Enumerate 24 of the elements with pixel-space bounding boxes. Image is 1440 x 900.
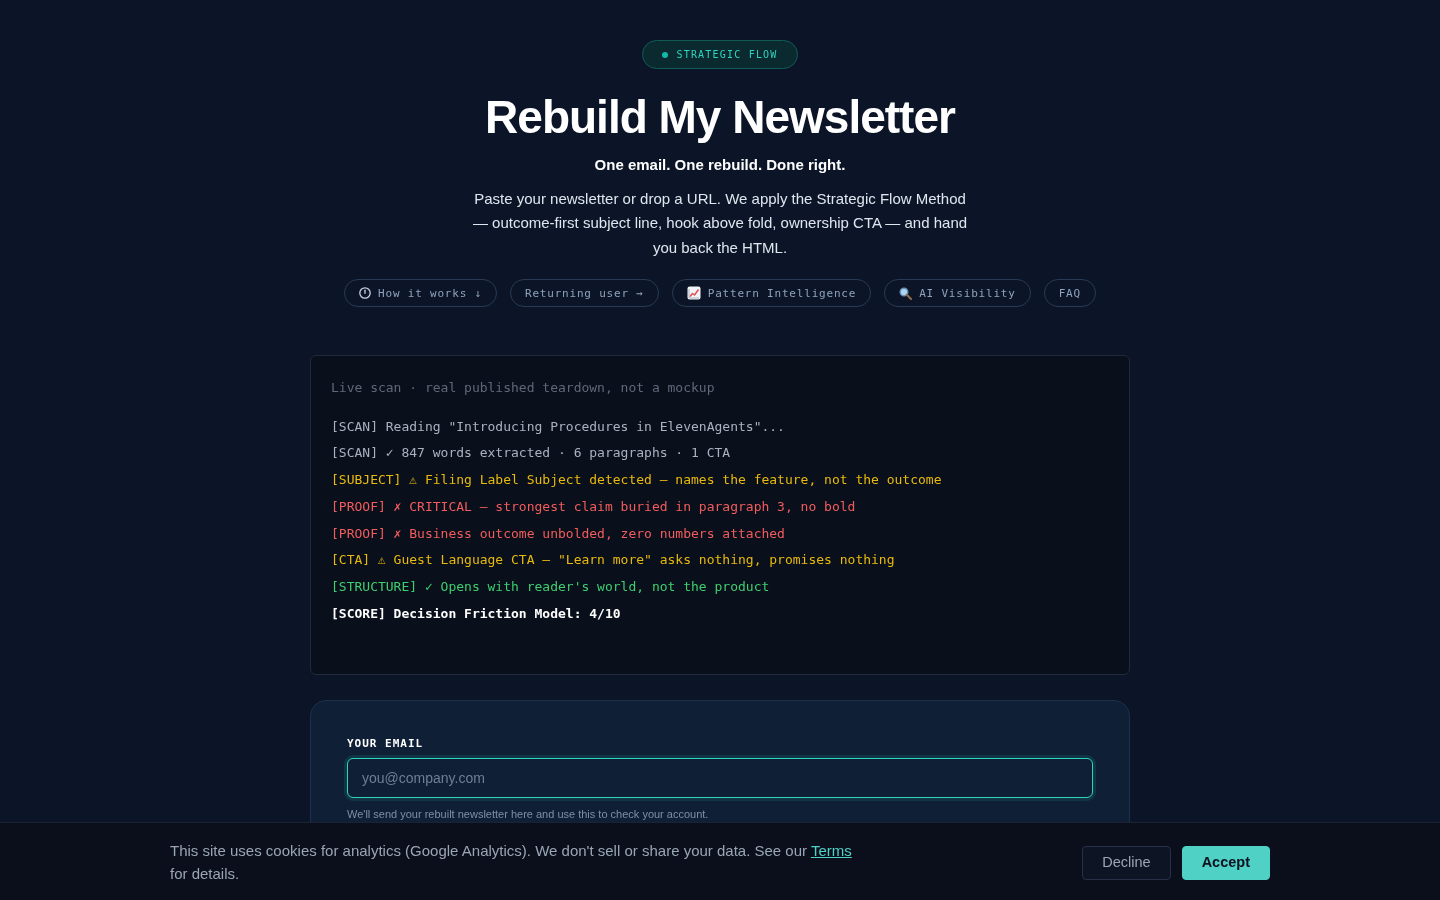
terms-link[interactable]: Terms xyxy=(810,842,852,859)
search-icon xyxy=(899,286,913,300)
email-label: YOUR EMAIL xyxy=(347,736,425,753)
badge-label: STRATEGIC FLOW xyxy=(676,49,778,60)
log-line: [PROOF] ✗ Business outcome unbolded, zero numbers attached xyxy=(331,524,786,543)
tagline: One email. One rebuild. Done right. xyxy=(594,154,846,175)
log-line: [CTA] ⚠ Guest Language CTA — "Learn more" asks nothing, promises nothing xyxy=(331,551,896,570)
page-title: Rebuild My Newsletter xyxy=(485,92,955,143)
dot-icon xyxy=(662,51,669,58)
log-line: [STRUCTURE] ✓ Opens with reader's world, not the product xyxy=(331,577,771,596)
accept-button[interactable]: Accept xyxy=(1181,846,1270,880)
log-line: [SCAN] Reading "Introducing Procedures in ElevenAgents"... xyxy=(331,417,786,436)
decline-button[interactable]: Decline xyxy=(1082,846,1171,880)
cookie-notice: This site uses cookies for analytics (Google Analytics). We don't sell or share your data. See our Terms for details. xyxy=(170,841,853,884)
log-line: [SCAN] ✓ 847 words extracted · 6 paragraphs · 1 CTA xyxy=(331,444,732,463)
chart-icon xyxy=(686,286,701,301)
email-hint: We'll send your rebuilt newsletter here and use this to check your account. xyxy=(347,807,710,823)
intro-text: Paste your newsletter or drop a URL. We apply the Strategic Flow Method — outcome-first subject line, hook above fold, ownership CTA — and hand you back the HTML. xyxy=(471,188,969,258)
email-field[interactable]: you@company.com xyxy=(347,758,1093,799)
scan-caption: Live scan · real published teardown, not a mockup xyxy=(331,379,716,398)
log-line: [SCORE] Decision Friction Model: 4/10 xyxy=(331,604,622,623)
log-line: [SUBJECT] ⚠ Filing Label Subject detected — names the feature, not the outcome xyxy=(331,471,943,490)
log-line: [PROOF] ✗ CRITICAL — strongest claim buried in paragraph 3, no bold xyxy=(331,497,857,516)
clock-icon xyxy=(359,287,372,300)
